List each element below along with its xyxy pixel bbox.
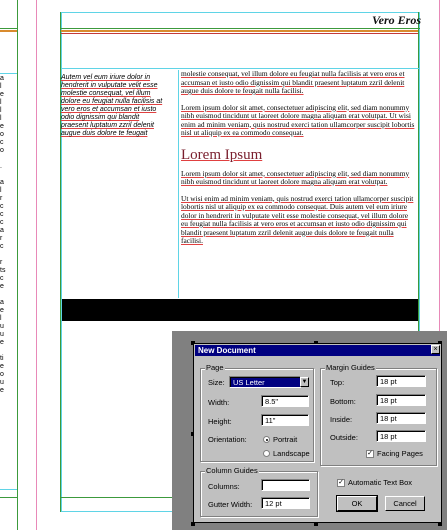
page-group-label: Page — [205, 363, 225, 372]
column-guides-label: Column Guides — [205, 466, 259, 475]
new-document-dialog[interactable]: New Document × Page Size: US Letter ▼ Wi… — [193, 343, 442, 523]
chevron-down-icon[interactable]: ▼ — [300, 377, 309, 387]
height-field[interactable]: 11" — [261, 414, 309, 426]
portrait-label: Portrait — [273, 435, 298, 444]
columns-label: Columns: — [208, 482, 240, 491]
main-text-frame[interactable]: molestie consequat, vel illum dolore eu … — [181, 69, 416, 254]
size-label: Size: — [208, 378, 225, 387]
left-header-guide-line — [0, 28, 17, 29]
size-select[interactable]: US Letter — [229, 376, 301, 388]
outside-margin-field[interactable]: 18 pt — [376, 430, 426, 442]
header-guide-line — [61, 28, 420, 29]
left-bottom-margin-guide — [0, 497, 17, 498]
width-label: Width: — [208, 398, 230, 407]
running-head: Vero Eros — [371, 13, 421, 27]
landscape-radio[interactable] — [263, 450, 270, 457]
black-rule-bar — [62, 299, 418, 321]
bottom-margin-label: Bottom: — [330, 397, 356, 406]
columns-field[interactable] — [261, 479, 310, 491]
automatic-text-box-label: Automatic Text Box — [348, 478, 413, 487]
body-paragraph-text: Lorem ipsum dolor sit amet, consectetuer… — [181, 168, 410, 186]
facing-pages-checkbox[interactable]: ✓ — [366, 450, 374, 458]
body-paragraph: Ut wisi enim ad minim veniam, quis nostr… — [181, 193, 416, 246]
size-select-value: US Letter — [233, 378, 265, 387]
body-paragraph: Lorem ipsum dolor sit amet, consectetuer… — [181, 168, 416, 187]
left-page-text-fragment: a l e l l l e o c o . a l r c c c a r c … — [0, 75, 6, 394]
column-guides-group — [200, 471, 318, 517]
landscape-label: Landscape — [273, 449, 310, 458]
close-icon[interactable]: × — [431, 345, 440, 354]
section-heading: Lorem Ipsum — [181, 146, 263, 163]
first-column-text-span: Autem vel eum iriure dolor in hendrerit … — [61, 74, 163, 137]
column-divider-guide — [178, 70, 179, 298]
body-paragraph-text: molestie consequat, vel illum dolore eu … — [181, 69, 405, 95]
body-paragraph: Lorem ipsum dolor sit amet, consectetuer… — [181, 102, 416, 138]
outside-margin-label: Outside: — [330, 433, 358, 442]
bottom-margin-guide — [61, 497, 176, 498]
body-paragraph-text: Lorem ipsum dolor sit amet, consectetuer… — [181, 102, 415, 137]
first-column-text: Autem vel eum iriure dolor in hendrerit … — [61, 74, 168, 138]
inside-margin-field[interactable]: 18 pt — [376, 412, 426, 424]
left-header-rule-orange — [0, 30, 17, 32]
header-rule-orange — [61, 30, 418, 32]
header-rule-red — [61, 33, 418, 34]
left-page-margin-guide — [17, 0, 18, 530]
orientation-label: Orientation: — [208, 435, 247, 444]
width-field[interactable]: 8.5" — [261, 395, 309, 407]
gutter-width-label: Gutter Width: — [208, 500, 253, 509]
ok-button[interactable]: OK — [336, 495, 378, 512]
dialog-titlebar[interactable]: New Document — [195, 345, 440, 356]
top-margin-field[interactable]: 18 pt — [376, 375, 426, 387]
inside-margin-label: Inside: — [330, 415, 353, 424]
gutter-width-field[interactable]: 12 pt — [261, 497, 310, 509]
cancel-button[interactable]: Cancel — [385, 496, 425, 511]
portrait-radio[interactable] — [263, 436, 270, 443]
automatic-text-box-checkbox[interactable]: ✓ — [337, 479, 345, 487]
top-margin-label: Top: — [330, 378, 345, 387]
page-edge-guide-left — [36, 0, 37, 530]
bottom-margin-field[interactable]: 18 pt — [376, 394, 426, 406]
facing-pages-label: Facing Pages — [377, 449, 423, 458]
body-paragraph-text: Ut wisi enim ad minim veniam, quis nostr… — [181, 193, 414, 245]
body-paragraph: molestie consequat, vel illum dolore eu … — [181, 69, 416, 96]
dialog-title: New Document — [198, 346, 256, 355]
margin-guides-label: Margin Guides — [325, 363, 376, 372]
height-label: Height: — [208, 417, 232, 426]
